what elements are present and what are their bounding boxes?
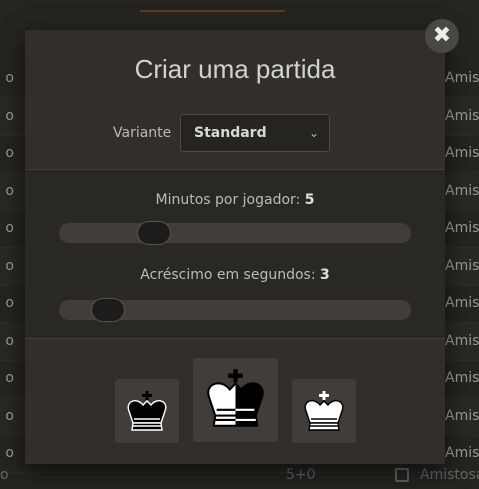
black-king-icon bbox=[127, 391, 167, 431]
row-mode-text: Amistosa bbox=[445, 220, 479, 236]
increment-slider[interactable] bbox=[59, 298, 411, 322]
row-mode-text: Amistosa bbox=[445, 370, 479, 386]
row-mode-text: Amistosa bbox=[445, 407, 479, 424]
increment-slider-handle[interactable] bbox=[91, 298, 126, 322]
row-mode-text: Amistosa bbox=[445, 107, 479, 124]
chevron-down-icon: ⌄ bbox=[308, 126, 319, 140]
row-left-text: o bbox=[5, 332, 14, 349]
play-white-button[interactable] bbox=[292, 379, 356, 443]
minutes-slider[interactable] bbox=[59, 221, 411, 245]
random-king-icon bbox=[207, 369, 264, 427]
row-left-text: o bbox=[5, 182, 14, 199]
close-dialog-button[interactable]: ✖ bbox=[425, 19, 459, 53]
game-mode-icon bbox=[395, 468, 409, 482]
row-left-text: o bbox=[5, 370, 14, 386]
row-left-text: o bbox=[5, 145, 14, 161]
row-left-text: o bbox=[5, 107, 14, 124]
row-mode-text: Amistosa bbox=[445, 70, 479, 86]
white-king-icon bbox=[304, 391, 344, 431]
row-left-text: o bbox=[5, 295, 14, 311]
increment-label: Acréscimo em segundos: 3 bbox=[140, 267, 330, 283]
row-left-text: o bbox=[5, 257, 14, 274]
bottom-row-left-text: o bbox=[0, 467, 9, 483]
row-mode-text: Amistosa bbox=[445, 257, 479, 274]
minutes-value: 5 bbox=[304, 192, 315, 208]
variant-select[interactable]: Standard ⌄ bbox=[180, 114, 330, 152]
row-mode-text: Amistosa bbox=[445, 182, 479, 199]
row-left-text: o bbox=[5, 220, 14, 236]
bottom-row-time: 5+0 bbox=[286, 467, 316, 483]
row-mode-text: Amistosa bbox=[445, 332, 479, 349]
play-black-button[interactable] bbox=[115, 379, 179, 443]
dialog-title: Criar uma partida bbox=[134, 54, 336, 84]
play-random-button[interactable] bbox=[193, 358, 278, 442]
row-mode-text: Amistosa bbox=[445, 295, 479, 311]
close-icon: ✖ bbox=[432, 23, 452, 48]
time-control-section: Minutos por jogador: 5 Acréscimo em segu… bbox=[25, 169, 445, 339]
minutes-slider-handle[interactable] bbox=[137, 221, 172, 245]
variant-selected-value: Standard bbox=[194, 125, 267, 141]
variant-label: Variante bbox=[113, 125, 172, 141]
bottom-row-mode: Amistosa bbox=[420, 467, 479, 483]
row-left-text: o bbox=[5, 407, 14, 424]
increment-value: 3 bbox=[320, 267, 330, 283]
tab-underline bbox=[140, 10, 285, 12]
row-left-text: o bbox=[5, 70, 14, 86]
row-mode-text: Amistosa bbox=[445, 145, 479, 161]
minutes-label: Minutos por jogador: 5 bbox=[155, 192, 315, 208]
create-game-dialog: Criar uma partida Variante Standard ⌄ Mi… bbox=[25, 30, 445, 464]
